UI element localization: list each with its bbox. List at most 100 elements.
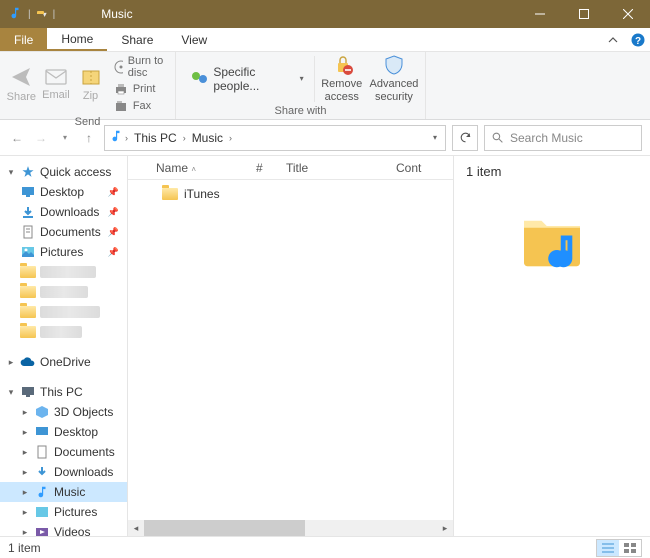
up-button[interactable]: ↑	[80, 129, 98, 147]
tree-label: Documents	[54, 445, 115, 459]
help-button[interactable]: ?	[626, 28, 650, 51]
tab-view[interactable]: View	[167, 28, 221, 51]
pin-icon: 📌	[108, 247, 123, 258]
details-view-button[interactable]	[597, 540, 619, 556]
chevron-right-icon[interactable]: ▸	[20, 407, 30, 418]
redacted-label	[40, 266, 96, 278]
tree-label: Downloads	[40, 205, 99, 219]
scroll-left-icon[interactable]: ◂	[128, 520, 144, 536]
tree-label: Documents	[40, 225, 101, 239]
tree-item-desktop[interactable]: ▸ Desktop	[0, 422, 127, 442]
list-item[interactable]: iTunes	[128, 184, 453, 204]
documents-icon	[20, 224, 36, 240]
burn-label: Burn to disc	[128, 55, 165, 79]
back-button[interactable]: ←	[8, 129, 26, 147]
tree-this-pc: ▾ This PC ▸3D Objects ▸ Desktop ▸ Document…	[0, 382, 127, 536]
column-title[interactable]: Title	[278, 161, 388, 175]
folder-icon	[20, 304, 36, 320]
chevron-right-icon[interactable]: ▸	[20, 487, 30, 498]
titlebar: | ▾ | Music	[0, 0, 650, 28]
column-contributing[interactable]: Cont	[388, 161, 453, 175]
search-icon	[491, 131, 504, 144]
tree-item-downloads[interactable]: Downloads 📌	[0, 202, 127, 222]
tree-item-redacted[interactable]	[0, 282, 127, 302]
folder-icon	[162, 186, 178, 202]
search-input[interactable]: Search Music	[484, 125, 642, 151]
tree-item-redacted[interactable]	[0, 262, 127, 282]
share-button[interactable]: Share	[6, 65, 37, 103]
tree-item-documents[interactable]: ▸ Documents	[0, 442, 127, 462]
minimize-button[interactable]	[518, 0, 562, 28]
breadcrumb-this-pc[interactable]: This PC	[130, 129, 181, 147]
file-tab[interactable]: File	[0, 28, 47, 51]
tree-onedrive: ▸ OneDrive	[0, 352, 127, 372]
remove-access-button[interactable]: Remove access	[319, 54, 365, 102]
scroll-right-icon[interactable]: ▸	[437, 520, 453, 536]
divider-icon: |	[28, 9, 31, 20]
navigation-pane[interactable]: ▾ Quick access Desktop 📌 Downloads 📌 Doc…	[0, 156, 128, 536]
email-button[interactable]: Email	[41, 67, 72, 101]
collapse-ribbon-button[interactable]	[600, 28, 626, 51]
chevron-right-icon[interactable]: ▸	[6, 357, 16, 368]
chevron-right-icon[interactable]: ›	[229, 133, 232, 143]
tree-label: Videos	[54, 525, 90, 536]
chevron-right-icon[interactable]: ▸	[20, 527, 30, 537]
forward-button[interactable]: →	[32, 129, 50, 147]
address-dropdown-icon[interactable]: ▾	[429, 133, 441, 142]
chevron-right-icon[interactable]: ›	[125, 133, 128, 143]
window-controls	[518, 0, 650, 28]
chevron-right-icon[interactable]: ▸	[20, 447, 30, 458]
tree-item-this-pc[interactable]: ▾ This PC	[0, 382, 127, 402]
thumbnails-view-button[interactable]	[619, 540, 641, 556]
tab-share[interactable]: Share	[107, 28, 167, 51]
column-name[interactable]: Name ˄	[148, 161, 248, 175]
documents-icon	[34, 444, 50, 460]
tree-item-pictures[interactable]: Pictures 📌	[0, 242, 127, 262]
divider-icon: |	[53, 9, 56, 20]
chevron-down-icon[interactable]: ▾	[6, 167, 16, 178]
cloud-icon	[20, 354, 36, 370]
chevron-right-icon[interactable]: ▸	[20, 427, 30, 438]
tree-item-documents[interactable]: Documents 📌	[0, 222, 127, 242]
3d-icon	[34, 404, 50, 420]
scroll-thumb[interactable]	[144, 520, 305, 536]
body: ▾ Quick access Desktop 📌 Downloads 📌 Doc…	[0, 156, 650, 536]
maximize-button[interactable]	[562, 0, 606, 28]
ribbon-group-share-with: Specific people... ▾ Remove access Advan…	[176, 52, 426, 119]
email-label: Email	[42, 89, 70, 101]
breadcrumb-music[interactable]: Music	[188, 129, 227, 147]
burn-to-disc-button[interactable]: Burn to disc	[110, 54, 169, 80]
refresh-button[interactable]	[452, 125, 478, 151]
address-bar[interactable]: › This PC › Music › ▾	[104, 125, 446, 151]
fax-button[interactable]: Fax	[110, 98, 169, 114]
tree-item-redacted[interactable]	[0, 322, 127, 342]
tree-item-quick-access[interactable]: ▾ Quick access	[0, 162, 127, 182]
file-list[interactable]: iTunes	[128, 180, 453, 520]
horizontal-scrollbar[interactable]: ◂ ▸	[128, 520, 453, 536]
chevron-right-icon[interactable]: ›	[183, 133, 186, 143]
tree-item-music[interactable]: ▸ Music	[0, 482, 127, 502]
advanced-security-button[interactable]: Advanced security	[369, 54, 419, 102]
chevron-down-icon[interactable]: ▾	[6, 387, 16, 398]
tab-home[interactable]: Home	[47, 28, 107, 51]
column-number[interactable]: #	[248, 161, 278, 175]
print-button[interactable]: Print	[110, 81, 169, 97]
tree-label: Desktop	[54, 425, 98, 439]
tree-item-pictures[interactable]: ▸Pictures	[0, 502, 127, 522]
scroll-track[interactable]	[144, 520, 437, 536]
tree-item-redacted[interactable]	[0, 302, 127, 322]
tree-item-videos[interactable]: ▸ Videos	[0, 522, 127, 536]
tree-item-onedrive[interactable]: ▸ OneDrive	[0, 352, 127, 372]
tree-item-downloads[interactable]: ▸Downloads	[0, 462, 127, 482]
tree-item-desktop[interactable]: Desktop 📌	[0, 182, 127, 202]
close-button[interactable]	[606, 0, 650, 28]
tree-label: Pictures	[40, 245, 83, 259]
tree-item-3d-objects[interactable]: ▸3D Objects	[0, 402, 127, 422]
history-dropdown[interactable]: ▾	[56, 129, 74, 147]
zip-button[interactable]: Zip	[75, 66, 106, 102]
advanced-security-label: Advanced security	[369, 78, 419, 102]
specific-people-button[interactable]: Specific people... ▾	[182, 62, 310, 96]
chevron-right-icon[interactable]: ▸	[20, 507, 30, 518]
tree-label: Music	[54, 485, 85, 499]
chevron-right-icon[interactable]: ▸	[20, 467, 30, 478]
